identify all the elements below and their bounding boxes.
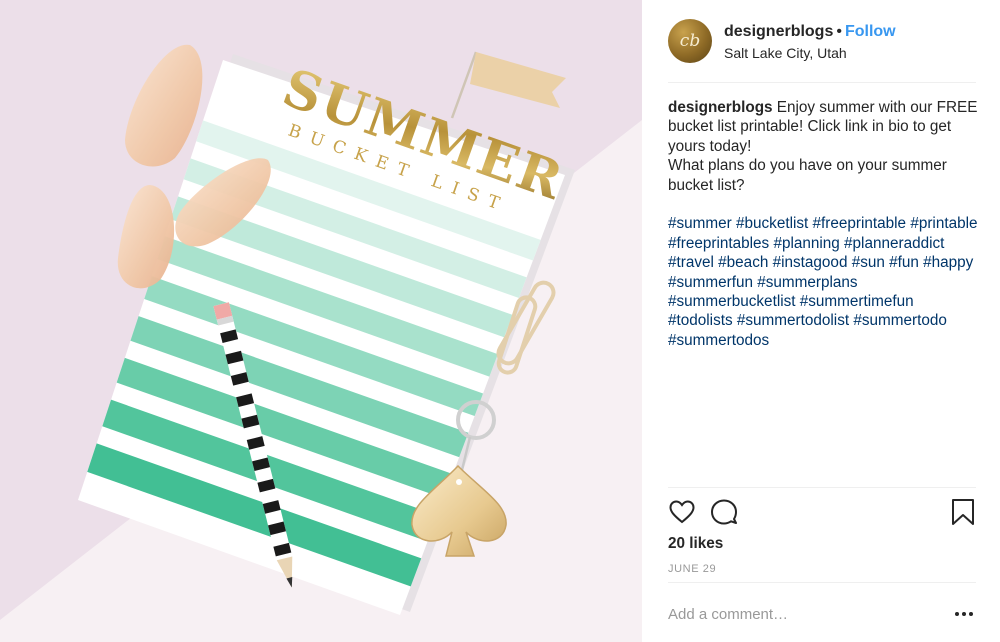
post-date[interactable]: JUNE 29 <box>668 563 716 575</box>
action-bar <box>668 498 976 526</box>
caption-body: designerblogs Enjoy summer with our FREE… <box>668 98 978 156</box>
location-link[interactable]: Salt Lake City, Utah <box>724 45 847 61</box>
header-divider <box>668 82 976 83</box>
comment-divider <box>668 582 976 583</box>
post-details-panel: cb designerblogs • Follow Salt Lake City, … <box>642 0 1000 642</box>
caption-hashtags[interactable]: #summer #bucketlist #freeprintable #prin… <box>668 214 978 350</box>
avatar[interactable]: cb <box>668 19 712 63</box>
summer-bucket-list-illustration: SUMMER BUCKET LIST <box>0 0 642 642</box>
comment-input[interactable] <box>668 602 928 626</box>
separator-dot: • <box>836 23 842 40</box>
avatar-initials: cb <box>679 31 701 51</box>
username-line: designerblogs • Follow <box>724 23 896 41</box>
caption-question: What plans do you have on your summer bu… <box>668 157 947 194</box>
heart-icon[interactable] <box>668 498 696 526</box>
actions-divider <box>668 487 976 488</box>
more-options-icon[interactable] <box>952 604 976 624</box>
username-link[interactable]: designerblogs <box>724 23 833 40</box>
likes-count[interactable]: 20 likes <box>668 535 723 553</box>
comment-row <box>668 596 976 632</box>
post-image[interactable]: SUMMER BUCKET LIST <box>0 0 642 642</box>
follow-button[interactable]: Follow <box>845 23 896 40</box>
bookmark-icon[interactable] <box>950 498 978 526</box>
post-caption: designerblogs Enjoy summer with our FREE… <box>668 98 978 350</box>
comment-bubble-icon[interactable] <box>710 498 738 526</box>
caption-username[interactable]: designerblogs <box>668 99 773 116</box>
post-header: cb designerblogs • Follow Salt Lake City, … <box>668 19 976 83</box>
